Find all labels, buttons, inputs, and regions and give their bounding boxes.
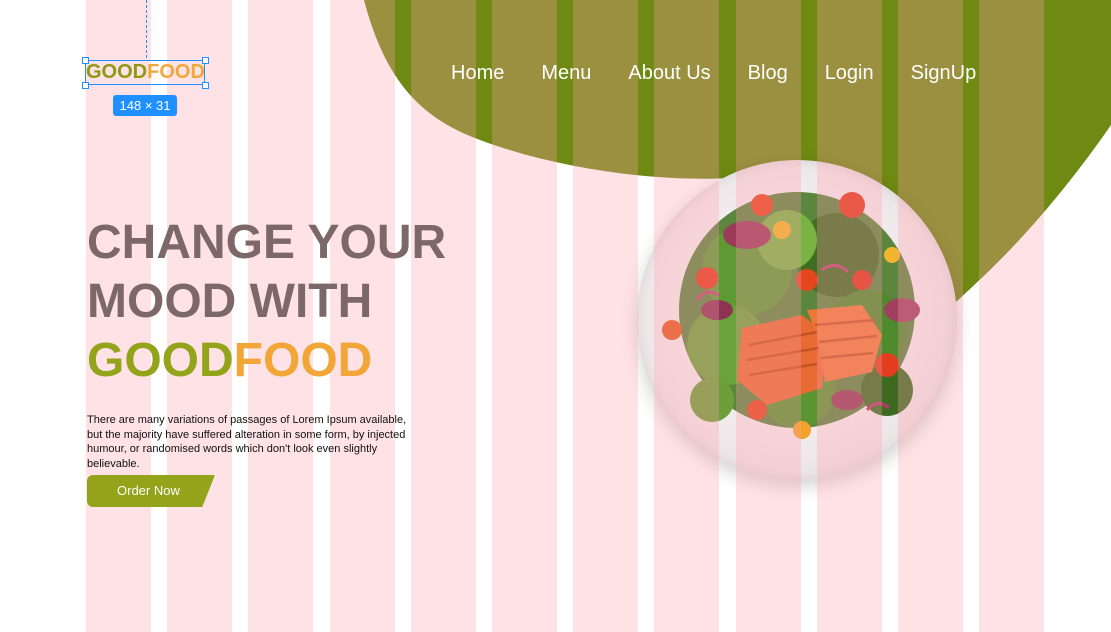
selection-handle-top-right[interactable]: [202, 57, 209, 64]
hero-brand-good: GOOD: [87, 334, 234, 387]
main-nav: Home Menu About Us Blog Login SignUp: [451, 61, 976, 85]
selection-handle-bottom-right[interactable]: [202, 82, 209, 89]
salmon-salad-plate-image: [637, 160, 957, 480]
selection-handle-bottom-left[interactable]: [82, 82, 89, 89]
hero-line-1: CHANGE YOUR: [87, 216, 447, 269]
nav-item-about-us[interactable]: About Us: [628, 61, 710, 85]
nav-item-signup[interactable]: SignUp: [911, 61, 977, 85]
order-now-button[interactable]: Order Now: [87, 475, 215, 507]
landing-page-canvas: Home Menu About Us Blog Login SignUp GOO…: [0, 0, 1111, 632]
hero-description: There are many variations of passages of…: [87, 414, 407, 470]
nav-item-home[interactable]: Home: [451, 61, 504, 85]
alignment-guide: [146, 0, 147, 58]
hero-line-2: MOOD WITH: [87, 275, 373, 328]
nav-item-menu[interactable]: Menu: [541, 61, 591, 85]
selection-handle-top-left[interactable]: [82, 57, 89, 64]
selection-size-badge: 148 × 31: [113, 95, 177, 116]
hero-headline: CHANGE YOUR MOOD WITH GOODFOOD: [87, 213, 446, 390]
hero-brand-food: FOOD: [233, 334, 373, 387]
nav-item-blog[interactable]: Blog: [748, 61, 788, 85]
nav-item-login[interactable]: Login: [825, 61, 874, 85]
selection-box: [85, 60, 205, 85]
hero-brand-line: GOODFOOD: [87, 331, 446, 390]
